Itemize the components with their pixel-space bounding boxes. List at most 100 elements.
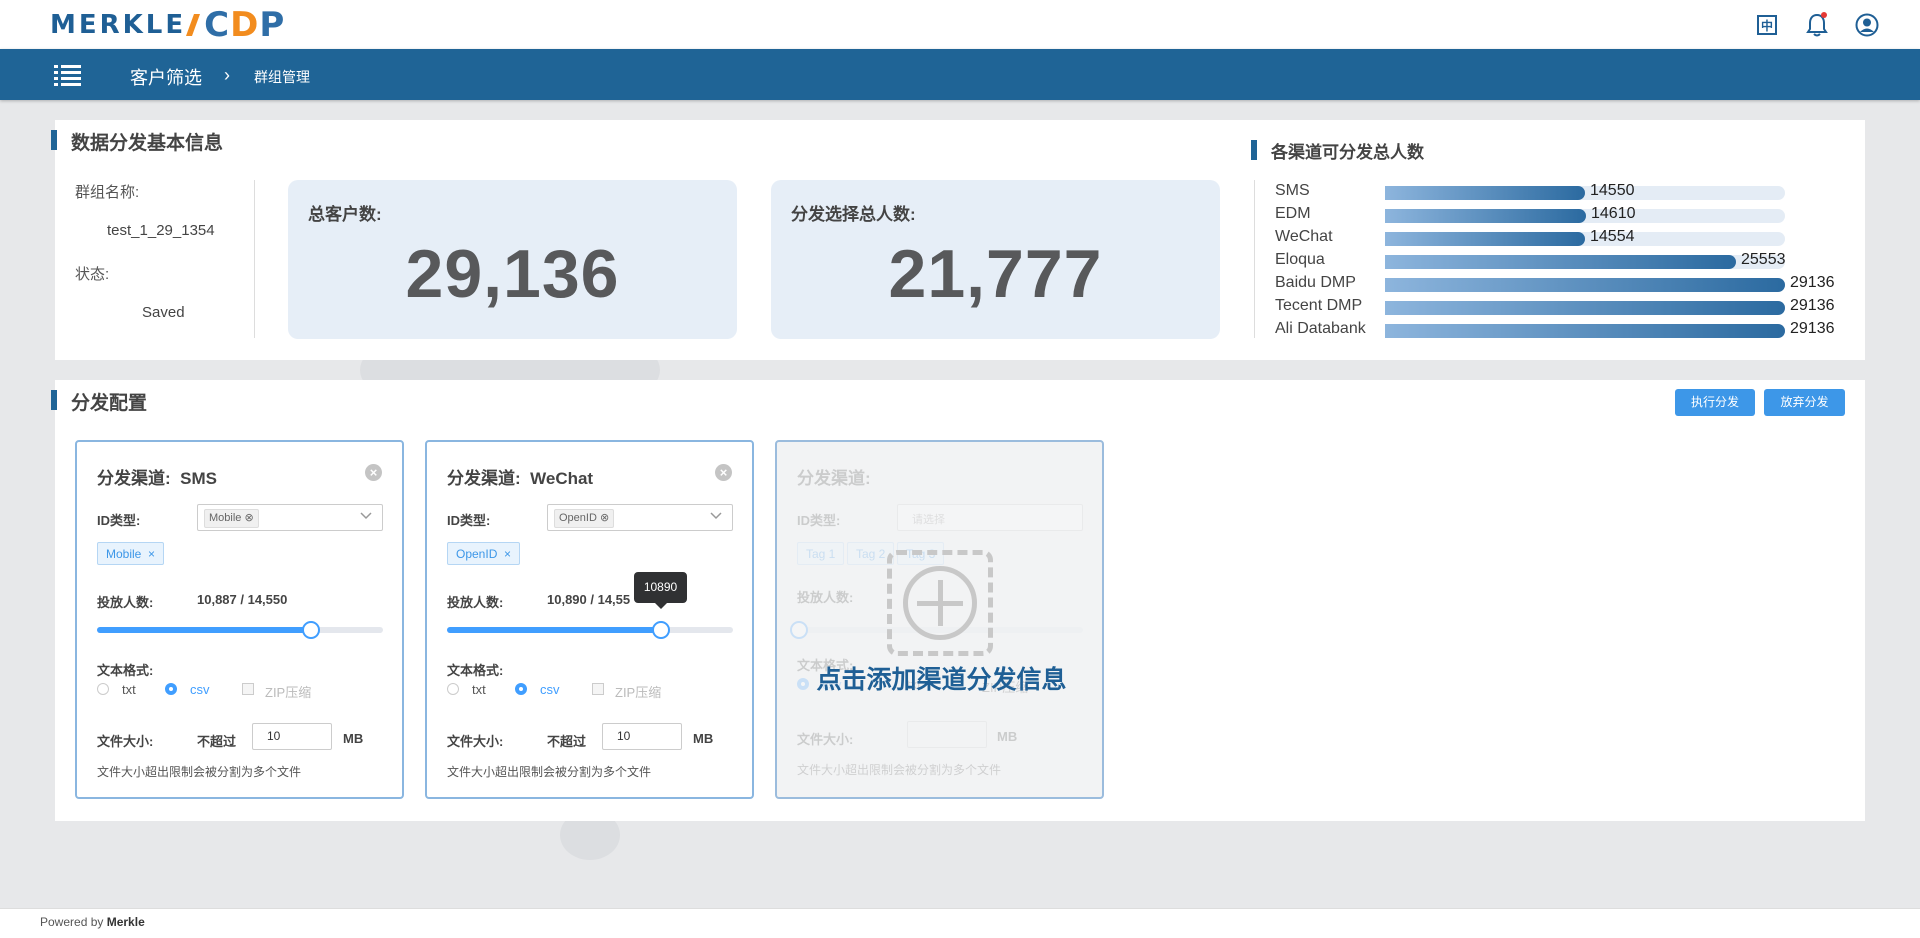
total-customers-label: 总客户数: — [308, 205, 382, 224]
channel-bar-row: Tecent DMP 29136 — [1275, 295, 1875, 318]
file-size-label: 文件大小: — [797, 732, 854, 747]
section-title-basic-info: 数据分发基本信息 — [51, 128, 223, 155]
count-value: 10,890 / 14,55 — [547, 592, 631, 607]
chevron-down-icon — [710, 512, 722, 520]
group-name-label: 群组名称: — [75, 184, 140, 201]
option-csv: csv — [540, 682, 560, 697]
menu-icon[interactable] — [54, 65, 81, 86]
zip-checkbox[interactable] — [592, 683, 604, 695]
size-unit: MB — [997, 729, 1018, 744]
notification-button[interactable] — [1804, 12, 1830, 38]
status-value: Saved — [142, 304, 185, 321]
channel-bar-row: Baidu DMP 29136 — [1275, 272, 1875, 295]
channel-bar-row: Ali Databank 29136 — [1275, 318, 1875, 341]
channel-bar-label: Ali Databank — [1275, 320, 1366, 337]
id-type-select[interactable]: OpenID ⊗ — [547, 504, 733, 531]
selected-total-card: 分发选择总人数: 21,777 — [771, 180, 1220, 339]
channel-bar-value: 14610 — [1591, 205, 1636, 222]
radio-csv[interactable] — [515, 683, 527, 695]
file-size-label: 文件大小: — [447, 734, 504, 749]
total-customers-card: 总客户数: 29,136 — [288, 180, 737, 339]
add-channel-text[interactable]: 点击添加渠道分发信息 — [777, 660, 1106, 696]
channel-bar — [1385, 301, 1785, 315]
merkle-wordmark: MERKLE — [50, 10, 187, 40]
close-icon[interactable]: × — [715, 464, 732, 481]
divider — [254, 180, 255, 338]
file-size-note: 文件大小超出限制会被分割为多个文件 — [97, 765, 302, 779]
file-size-input[interactable]: 10 — [252, 723, 332, 750]
file-size-input[interactable]: 10 — [602, 723, 682, 750]
option-zip: ZIP压缩 — [615, 685, 662, 700]
channel-bar — [1385, 232, 1585, 246]
total-customers-value: 29,136 — [405, 236, 620, 312]
id-type-select: 请选择 — [897, 504, 1083, 531]
id-tag[interactable]: OpenID × — [447, 542, 521, 565]
channel-bar-label: Baidu DMP — [1275, 274, 1356, 291]
close-icon[interactable]: × — [365, 464, 382, 481]
channel-card-sms: 分发渠道: SMS × ID类型: Mobile ⊗ Mobile × 投放人数… — [75, 440, 404, 799]
section-title-config: 分发配置 — [51, 388, 147, 415]
id-tag[interactable]: Mobile × — [97, 542, 165, 565]
tag-1: Tag 1 — [797, 542, 845, 565]
radio-txt[interactable] — [447, 683, 459, 695]
file-size-note: 文件大小超出限制会被分割为多个文件 — [447, 765, 652, 779]
count-label: 投放人数: — [797, 590, 854, 605]
selected-total-value: 21,777 — [888, 236, 1103, 312]
count-label: 投放人数: — [447, 595, 504, 610]
channel-bar — [1385, 186, 1585, 200]
zip-checkbox[interactable] — [242, 683, 254, 695]
size-prefix: 不超过 — [197, 734, 237, 749]
logo-slash — [186, 14, 201, 36]
merkle-cdp-logo[interactable]: MERKLE CDP — [50, 5, 285, 45]
channel-bar-value: 29136 — [1790, 274, 1835, 291]
chevron-down-icon — [360, 512, 372, 520]
section-title-channel-totals: 各渠道可分发总人数 — [1251, 138, 1424, 163]
radio-csv[interactable] — [165, 683, 177, 695]
execute-distribution-button[interactable]: 执行分发 — [1675, 389, 1755, 416]
channel-bar-row: SMS 14550 — [1275, 180, 1875, 203]
option-txt: txt — [122, 682, 136, 697]
channel-bar — [1385, 278, 1785, 292]
select-placeholder: 请选择 — [912, 514, 945, 526]
id-type-select[interactable]: Mobile ⊗ — [197, 504, 383, 531]
status-label: 状态: — [75, 266, 110, 283]
count-slider-handle — [790, 621, 808, 639]
option-csv: csv — [190, 682, 210, 697]
user-menu-button[interactable] — [1854, 12, 1880, 38]
add-channel-card[interactable]: 分发渠道: ID类型: 请选择 Tag 1 Tag 2 Tag 3 投放人数: … — [775, 440, 1104, 799]
add-channel-plus-icon[interactable] — [887, 550, 993, 656]
abandon-distribution-button[interactable]: 放弃分发 — [1764, 389, 1845, 416]
id-type-label: ID类型: — [797, 513, 841, 528]
count-slider-handle[interactable] — [652, 621, 670, 639]
selected-total-label: 分发选择总人数: — [791, 205, 916, 224]
channel-bar-label: EDM — [1275, 205, 1311, 222]
format-label: 文本格式: — [97, 663, 154, 678]
format-label: 文本格式: — [447, 663, 504, 678]
count-slider-fill — [447, 627, 661, 633]
nav-bar: 客户筛选 › 群组管理 — [0, 49, 1920, 100]
channel-bar — [1385, 255, 1736, 269]
channel-bar-label: WeChat — [1275, 228, 1333, 245]
count-value: 10,887 / 14,550 — [197, 592, 288, 607]
id-type-label: ID类型: — [97, 513, 141, 528]
channel-bar-value: 14554 — [1590, 228, 1635, 245]
language-switch-button[interactable]: 中 — [1754, 12, 1780, 38]
channel-bar-row: EDM 14610 — [1275, 203, 1875, 226]
breadcrumb-customer-filter[interactable]: 客户筛选 — [130, 64, 202, 90]
channel-bar-value: 14550 — [1590, 182, 1635, 199]
count-label: 投放人数: — [97, 595, 154, 610]
channel-bar-row: Eloqua 25553 — [1275, 249, 1875, 272]
breadcrumb-group-management: 群组管理 — [254, 69, 310, 85]
divider — [1254, 180, 1255, 338]
channel-bar-label: Eloqua — [1275, 251, 1325, 268]
channel-card-wechat: 分发渠道: WeChat × ID类型: OpenID ⊗ OpenID × 投… — [425, 440, 754, 799]
size-unit: MB — [693, 731, 714, 746]
file-size-input — [907, 721, 987, 748]
selected-id-tag: Mobile ⊗ — [204, 509, 259, 528]
count-slider-handle[interactable] — [302, 621, 320, 639]
slider-tooltip: 10890 — [634, 572, 687, 609]
selected-id-tag: OpenID ⊗ — [554, 509, 615, 528]
language-icon: 中 — [1757, 15, 1777, 35]
radio-txt[interactable] — [97, 683, 109, 695]
top-icons: 中 — [1754, 12, 1880, 38]
